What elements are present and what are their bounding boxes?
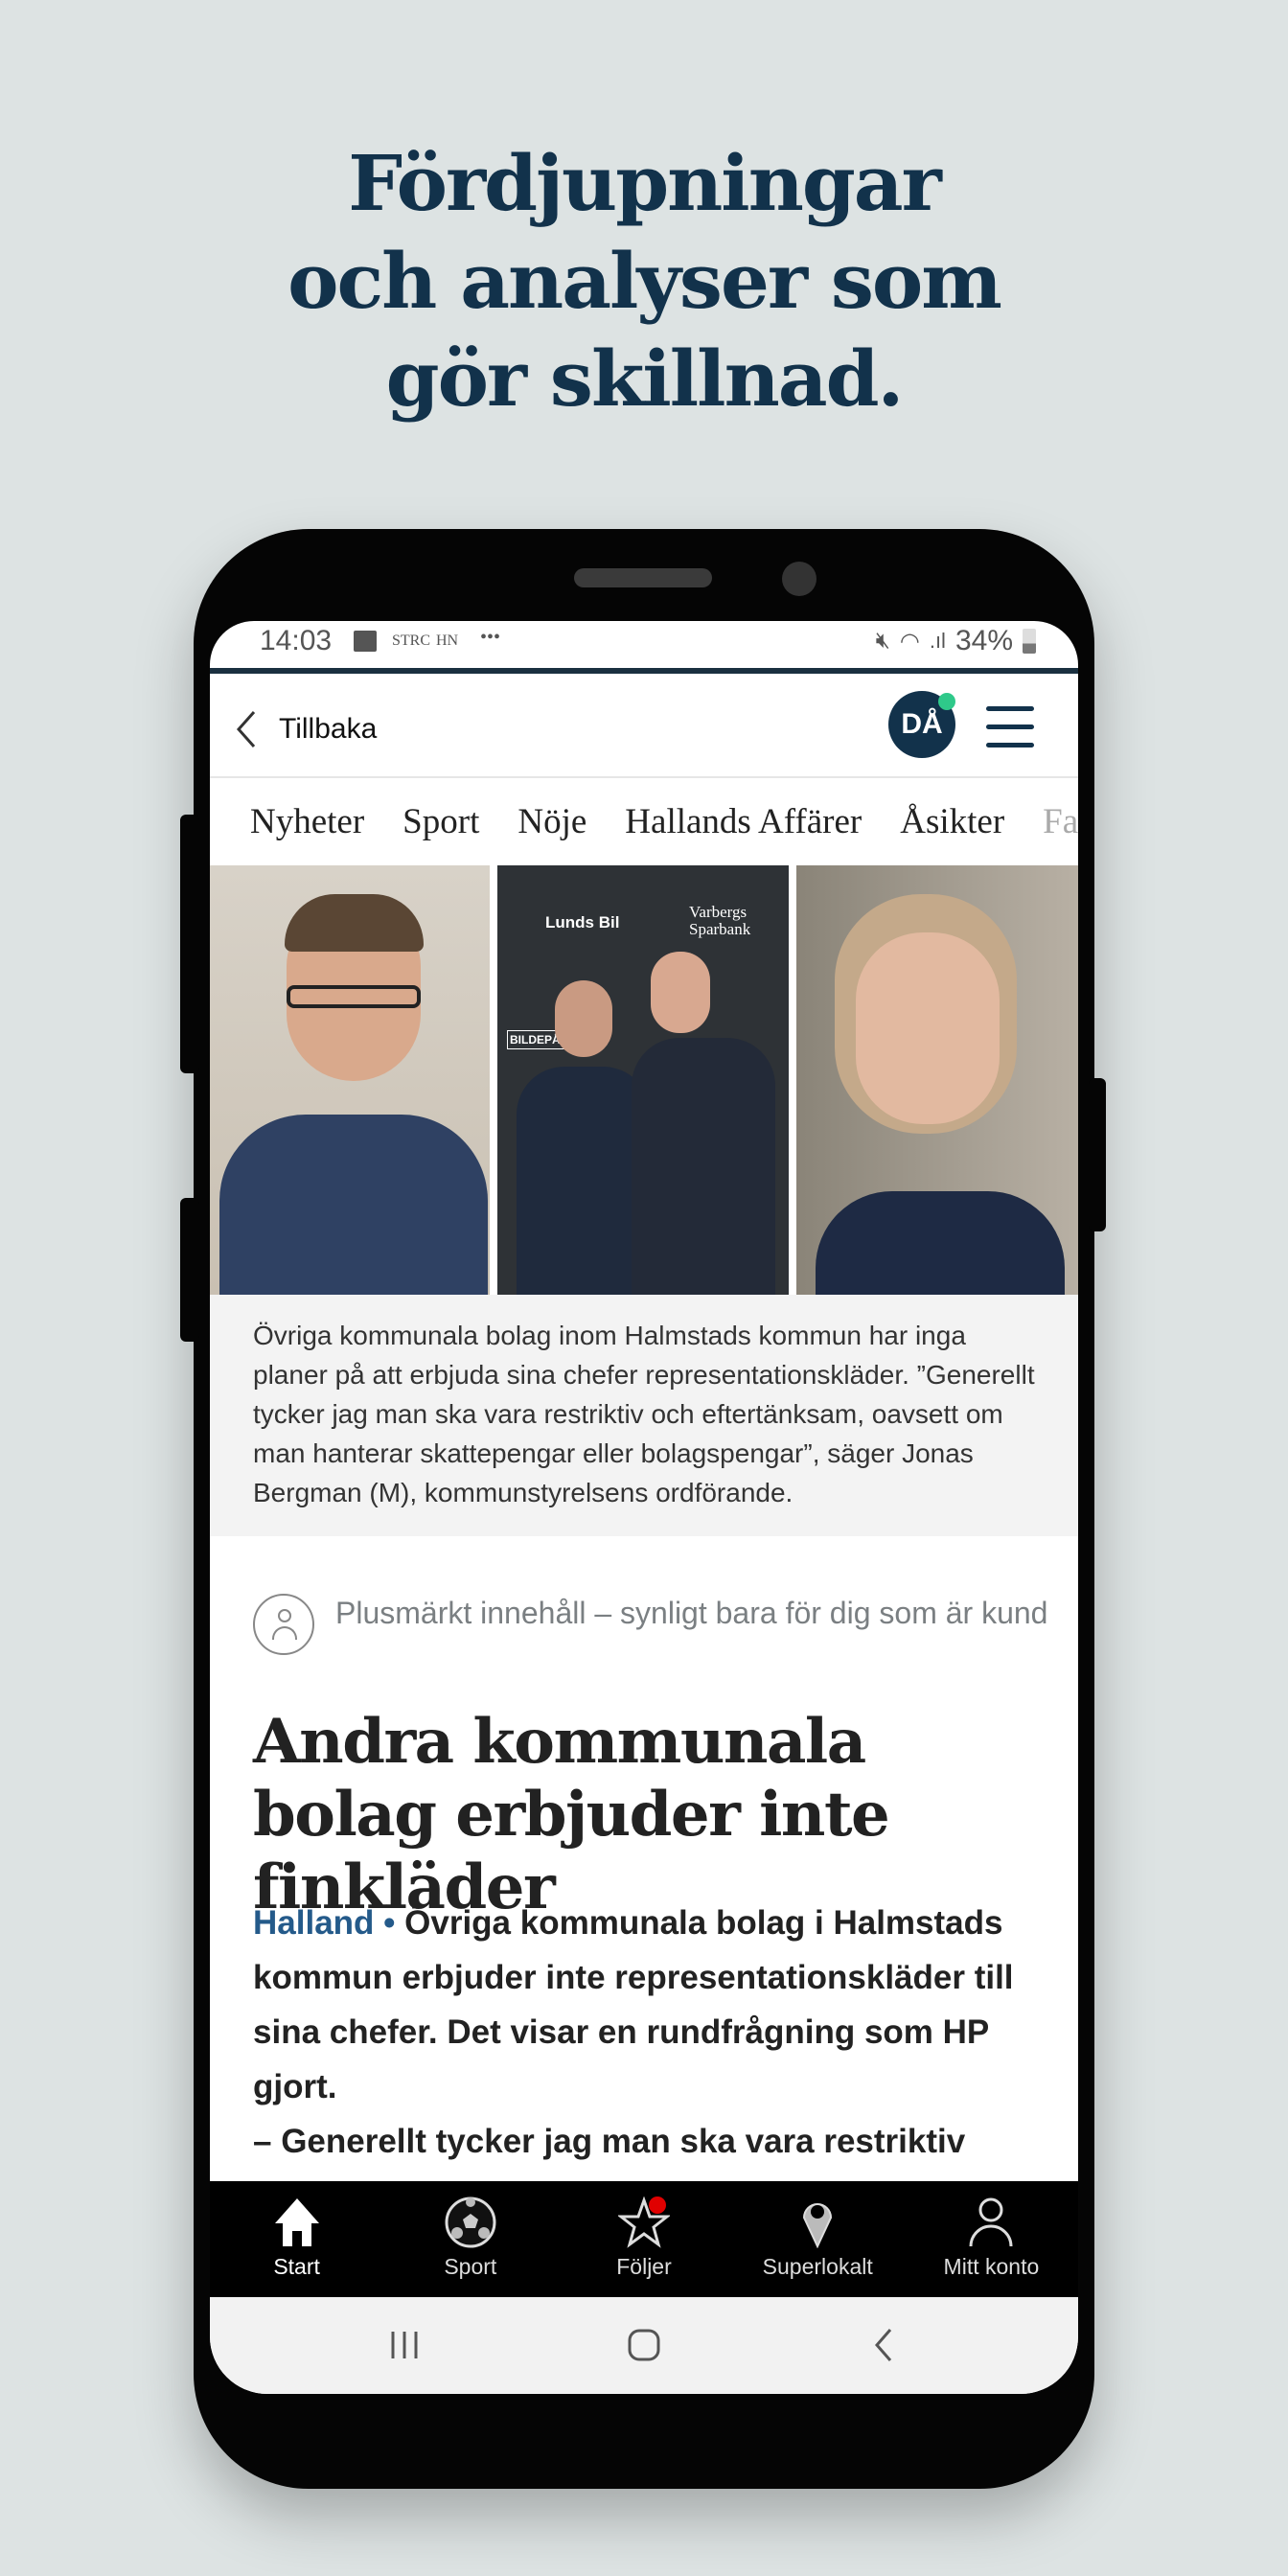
- bottom-nav: Start Sport Följer Superlokalt Mitt kont…: [210, 2181, 1078, 2297]
- online-indicator: [938, 693, 955, 710]
- status-bar: 14:03 STRC HN ••• 🔇︎ ◠ .ıl 34%: [210, 621, 1078, 665]
- promo-headline: Fördjupningar och analyser som gör skill…: [0, 134, 1288, 427]
- sponsor-text: Varbergs Sparbank: [689, 903, 751, 938]
- signal-icon: .ıl: [929, 629, 946, 653]
- phone-screen: 14:03 STRC HN ••• 🔇︎ ◠ .ıl 34% Tillbaka …: [210, 621, 1078, 2394]
- system-back-button[interactable]: [865, 2326, 904, 2369]
- home-button[interactable]: [625, 2326, 663, 2369]
- photo-caption: Övriga kommunala bolag inom Halmstads ko…: [210, 1295, 1078, 1536]
- photo-two-men-sponsor-wall: Lunds Bil Varbergs Sparbank BILDEPÅN: [497, 865, 789, 1295]
- plus-notice-text: Plusmärkt innehåll – synligt bara för di…: [335, 1596, 1048, 1630]
- nav-label: Superlokalt: [762, 2254, 873, 2279]
- nav-label: Start: [273, 2254, 320, 2279]
- photo-woman: [796, 865, 1078, 1295]
- nav-label: Mitt konto: [943, 2254, 1040, 2279]
- app-header: Tillbaka DÅ: [210, 674, 1078, 778]
- article-location[interactable]: Halland •: [253, 1904, 395, 1942]
- article-lede: Halland • Övriga kommunala bolag i Halms…: [253, 1896, 1058, 2169]
- earpiece-speaker: [574, 568, 712, 587]
- section-nav: Nyheter Sport Nöje Hallands Affärer Åsikter F…: [210, 780, 1078, 864]
- nav-label: Sport: [444, 2254, 497, 2279]
- location-pin-icon: [803, 2203, 833, 2248]
- avatar[interactable]: DÅ: [888, 691, 955, 758]
- bixby-button: [180, 1198, 199, 1342]
- status-time: 14:03: [260, 625, 333, 656]
- section-tab-noje[interactable]: Nöje: [518, 801, 586, 842]
- front-camera: [782, 562, 816, 596]
- back-label: Tillbaka: [279, 713, 378, 745]
- nav-label: Följer: [616, 2254, 672, 2279]
- chevron-left-icon: [236, 711, 256, 748]
- headline-line: gör skillnad.: [385, 334, 905, 424]
- sponsor-text: Lunds Bil: [545, 913, 620, 932]
- wifi-icon: ◠: [899, 628, 920, 655]
- back-button[interactable]: Tillbaka: [235, 708, 377, 750]
- article-photo-collage: Lunds Bil Varbergs Sparbank BILDEPÅN: [210, 865, 1078, 1295]
- home-circle-icon: [628, 2329, 660, 2361]
- section-tab-familj[interactable]: Familj: [1043, 801, 1078, 842]
- notification-label: STRC: [392, 632, 431, 649]
- section-tab-hallands-affarer[interactable]: Hallands Affärer: [625, 801, 862, 842]
- section-tab-asikter[interactable]: Åsikter: [900, 801, 1004, 842]
- bottom-nav-sport[interactable]: Sport: [383, 2181, 557, 2297]
- notification-label: HN: [436, 632, 459, 649]
- person-icon: [253, 1594, 314, 1655]
- section-tab-sport[interactable]: Sport: [402, 801, 479, 842]
- mute-icon: 🔇︎: [875, 628, 890, 654]
- photo-man-glasses: [210, 865, 490, 1295]
- avatar-initials: DÅ: [901, 708, 943, 740]
- battery-icon: [1023, 629, 1036, 654]
- menu-button[interactable]: [986, 706, 1034, 761]
- bottom-nav-foljer[interactable]: Följer: [557, 2181, 730, 2297]
- system-nav-bar: [210, 2297, 1078, 2394]
- volume-button: [180, 815, 199, 1073]
- lede-quote: – Generellt tycker jag man ska vara rest…: [253, 2123, 966, 2160]
- bottom-nav-mitt-konto[interactable]: Mitt konto: [905, 2181, 1078, 2297]
- home-icon: [274, 2198, 319, 2246]
- recent-apps-icon: [391, 2332, 418, 2358]
- back-chevron-icon: [875, 2329, 892, 2361]
- article-title: Andra kommunala bolag erbjuder inte fink…: [253, 1706, 890, 1923]
- battery-level: 34%: [954, 625, 1013, 656]
- power-button: [1089, 1078, 1106, 1231]
- recent-apps-button[interactable]: [385, 2326, 424, 2369]
- plus-content-notice: Plusmärkt innehåll – synligt bara för di…: [253, 1594, 1048, 1655]
- bottom-nav-superlokalt[interactable]: Superlokalt: [731, 2181, 905, 2297]
- image-notification-icon: [354, 631, 377, 652]
- more-notifications-icon: •••: [480, 627, 501, 648]
- headline-line: Fördjupningar: [348, 138, 942, 228]
- bottom-nav-start[interactable]: Start: [210, 2181, 383, 2297]
- headline-line: och analyser som: [288, 236, 1002, 326]
- soccer-ball-icon: [445, 2196, 496, 2248]
- person-icon: [969, 2197, 1013, 2247]
- section-tab-nyheter[interactable]: Nyheter: [250, 801, 364, 842]
